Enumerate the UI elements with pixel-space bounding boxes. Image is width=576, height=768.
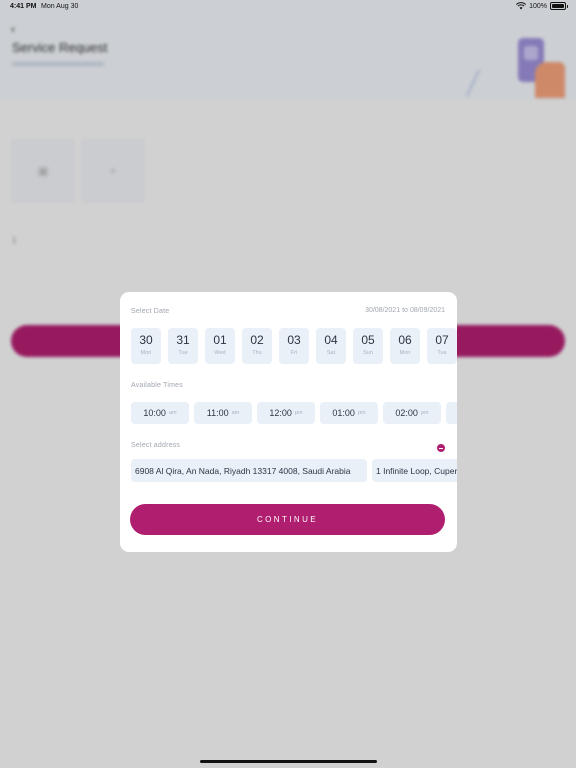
date-weekday: Wed [214, 350, 226, 356]
time-ampm: am [168, 410, 177, 416]
date-chip[interactable]: 30 Mon [131, 328, 161, 364]
date-weekday: Mon [399, 350, 411, 356]
time-ampm: pm [357, 410, 366, 416]
time-value: 10:00 [143, 408, 166, 418]
battery-percent: 100% [529, 2, 547, 10]
date-range-sep: to [402, 307, 408, 314]
date-weekday: Fri [290, 350, 298, 356]
date-weekday: Sat [326, 350, 336, 356]
date-number: 05 [361, 333, 375, 347]
date-chip[interactable]: 01 Wed [205, 328, 235, 364]
time-chip[interactable]: 01:00 pm [320, 402, 378, 424]
date-chip[interactable]: 03 Fri [279, 328, 309, 364]
date-number: 31 [176, 333, 190, 347]
date-range-end: 08/09/2021 [409, 307, 445, 314]
date-chip[interactable]: 04 Sat [316, 328, 346, 364]
date-weekday: Thu [252, 350, 262, 356]
date-chip[interactable]: 02 Thu [242, 328, 272, 364]
date-chip[interactable]: 31 Tue [168, 328, 198, 364]
date-picker-row[interactable]: 30 Mon 31 Tue 01 Wed 02 Thu 03 Fri 04 Sat 05 Su… [131, 328, 457, 364]
time-value: 02:00 [395, 408, 418, 418]
date-range-start: 30/08/2021 [365, 307, 401, 314]
address-picker-row[interactable]: 6908 Al Qira, An Nada, Riyadh 13317 4008… [131, 459, 457, 482]
time-chip[interactable]: 12:00 pm [257, 402, 315, 424]
plus-circle-icon[interactable] [437, 444, 445, 452]
date-number: 30 [139, 333, 153, 347]
time-chip-partial[interactable] [446, 402, 457, 424]
continue-button[interactable]: CONTINUE [130, 504, 445, 535]
date-chip[interactable]: 06 Mon [390, 328, 420, 364]
time-chip[interactable]: 11:00 am [194, 402, 252, 424]
battery-icon [550, 2, 568, 10]
time-value: 12:00 [269, 408, 292, 418]
address-text: 6908 Al Qira, An Nada, Riyadh 13317 4008… [135, 465, 351, 476]
select-address-label: Select address [131, 442, 181, 449]
home-indicator[interactable] [200, 760, 377, 763]
date-weekday: Tue [178, 350, 188, 356]
address-chip[interactable]: 6908 Al Qira, An Nada, Riyadh 13317 4008… [131, 459, 367, 482]
time-picker-row[interactable]: 10:00 am 11:00 am 12:00 pm 01:00 pm 02:00 pm [131, 402, 457, 424]
time-chip[interactable]: 02:00 pm [383, 402, 441, 424]
time-value: 01:00 [332, 408, 355, 418]
date-number: 07 [435, 333, 449, 347]
time-value: 11:00 [206, 408, 229, 418]
date-number: 06 [398, 333, 412, 347]
date-weekday: Sun [363, 350, 373, 356]
select-date-label: Select Date [131, 308, 170, 315]
date-weekday: Mon [140, 350, 152, 356]
date-chip[interactable]: 05 Sun [353, 328, 383, 364]
wifi-icon [516, 2, 527, 10]
date-weekday: Tue [437, 350, 447, 356]
date-number: 01 [213, 333, 227, 347]
date-number: 03 [287, 333, 301, 347]
available-times-label: Available Times [131, 382, 183, 389]
date-number: 04 [324, 333, 338, 347]
time-ampm: am [231, 410, 240, 416]
address-text: 1 Infinite Loop, Cupertino [376, 465, 457, 476]
time-ampm: pm [294, 410, 303, 416]
date-number: 02 [250, 333, 264, 347]
status-date: Mon Aug 30 [41, 3, 79, 10]
address-chip[interactable]: 1 Infinite Loop, Cupertino [372, 459, 457, 482]
status-time: 4:41 PM [10, 3, 37, 10]
status-bar: 4:41 PM Mon Aug 30 100% [0, 0, 576, 14]
date-chip[interactable]: 07 Tue [427, 328, 457, 364]
time-chip[interactable]: 10:00 am [131, 402, 189, 424]
schedule-modal: Select Date 30/08/2021 to 08/09/2021 30 Mon… [120, 292, 457, 552]
time-ampm: pm [420, 410, 429, 416]
date-range: 30/08/2021 to 08/09/2021 [365, 307, 445, 314]
status-right: 100% [516, 2, 568, 10]
